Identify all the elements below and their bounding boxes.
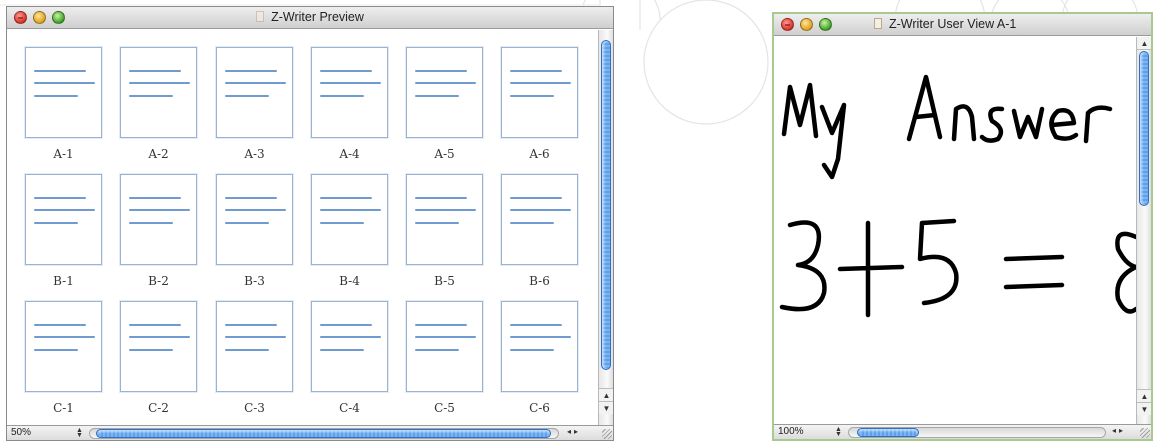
window-title: Z-Writer User View A-1 — [889, 17, 1017, 31]
page-label: C-6 — [529, 401, 550, 415]
horizontal-scroll-thumb[interactable] — [96, 429, 551, 438]
scroll-up-arrow-icon[interactable]: ▲ — [1137, 37, 1151, 50]
page-label: C-5 — [434, 401, 455, 415]
page-thumbnail-c5[interactable]: C-5 — [406, 301, 483, 415]
page-preview — [311, 174, 388, 265]
page-preview — [311, 47, 388, 138]
preview-status-bar: 50% ▲ ▼ ◂▸ — [7, 425, 613, 440]
page-thumbnail-b1[interactable]: B-1 — [25, 174, 102, 288]
page-label: A-4 — [339, 147, 360, 161]
page-label: A-2 — [148, 147, 169, 161]
page-label: B-1 — [53, 274, 74, 288]
resize-grip-icon[interactable] — [1140, 428, 1150, 438]
vertical-scroll-thumb[interactable] — [1139, 51, 1149, 206]
horizontal-scrollbar[interactable] — [848, 427, 1106, 438]
horizontal-scrollbar[interactable] — [89, 428, 559, 439]
page-label: B-4 — [339, 274, 360, 288]
page-thumbnail-a3[interactable]: A-3 — [216, 47, 293, 161]
page-preview — [501, 174, 578, 265]
resize-grip-icon[interactable] — [602, 429, 612, 439]
handwritten-answer — [779, 74, 1136, 318]
scroll-down-arrow-icon[interactable]: ▼ — [1137, 402, 1151, 415]
vertical-scrollbar[interactable]: ▲ ▼ — [598, 30, 613, 427]
page-thumbnail-b4[interactable]: B-4 — [311, 174, 388, 288]
page-thumbnail-c3[interactable]: C-3 — [216, 301, 293, 415]
page-preview — [120, 174, 197, 265]
user-view-titlebar[interactable]: Z-Writer User View A-1 — [774, 14, 1151, 36]
page-thumbnail-a5[interactable]: A-5 — [406, 47, 483, 161]
page-thumbnail-b3[interactable]: B-3 — [216, 174, 293, 288]
window-title: Z-Writer Preview — [271, 10, 364, 24]
page-thumbnail-a1[interactable]: A-1 — [25, 47, 102, 161]
page-label: C-1 — [53, 401, 74, 415]
preview-titlebar[interactable]: Z-Writer Preview — [7, 7, 613, 29]
preview-window: Z-Writer Preview A-1 A-2 A-3 A-4 A-5 A-6… — [6, 6, 614, 441]
page-thumbnail-c4[interactable]: C-4 — [311, 301, 388, 415]
page-preview — [406, 47, 483, 138]
scroll-up-arrow-icon[interactable]: ▲ — [599, 388, 613, 401]
document-icon — [874, 18, 882, 29]
vertical-scrollbar[interactable]: ▲ ▲ ▼ — [1136, 37, 1151, 428]
page-preview — [216, 47, 293, 138]
zoom-level[interactable]: 50% — [11, 427, 31, 438]
page-label: C-2 — [148, 401, 169, 415]
page-thumbnail-a4[interactable]: A-4 — [311, 47, 388, 161]
zoom-window-icon[interactable] — [819, 18, 832, 31]
page-preview — [25, 47, 102, 138]
user-view-window: Z-Writer User View A-1 ▲ ▲ ▼ 100% ▲ ▼ ◂▸ — [772, 12, 1153, 441]
preview-content: A-1 A-2 A-3 A-4 A-5 A-6 B-1 B-2 B-3 B-4 … — [7, 30, 599, 427]
handwriting-canvas[interactable]: My Answer 3+5=8 — [774, 37, 1136, 428]
page-thumbnail-b6[interactable]: B-6 — [501, 174, 578, 288]
page-thumbnail-c2[interactable]: C-2 — [120, 301, 197, 415]
page-thumbnail-a6[interactable]: A-6 — [501, 47, 578, 161]
horizontal-scroll-thumb[interactable] — [857, 428, 919, 437]
page-preview — [25, 301, 102, 392]
horizontal-scroll-arrows-icon[interactable]: ◂▸ — [1112, 426, 1126, 435]
page-label: C-4 — [339, 401, 360, 415]
page-label: B-6 — [529, 274, 550, 288]
page-label: A-3 — [244, 147, 265, 161]
scroll-down-arrow-icon[interactable]: ▼ — [599, 401, 613, 414]
document-icon — [256, 11, 265, 22]
page-thumbnail-a2[interactable]: A-2 — [120, 47, 197, 161]
zoom-level[interactable]: 100% — [778, 426, 804, 437]
page-preview — [120, 47, 197, 138]
zoom-stepper-icon[interactable]: ▲ ▼ — [75, 427, 84, 439]
page-preview — [216, 174, 293, 265]
close-icon[interactable] — [781, 18, 794, 31]
page-preview — [406, 301, 483, 392]
page-preview — [25, 174, 102, 265]
page-label: A-5 — [434, 147, 455, 161]
page-preview — [120, 301, 197, 392]
page-label: C-3 — [244, 401, 265, 415]
page-label: A-1 — [53, 147, 74, 161]
page-preview — [216, 301, 293, 392]
page-thumbnail-c1[interactable]: C-1 — [25, 301, 102, 415]
page-label: B-2 — [148, 274, 169, 288]
page-preview — [501, 301, 578, 392]
user-view-status-bar: 100% ▲ ▼ ◂▸ — [774, 424, 1151, 439]
horizontal-scroll-arrows-icon[interactable]: ◂▸ — [567, 427, 581, 436]
page-preview — [311, 301, 388, 392]
zoom-stepper-icon[interactable]: ▲ ▼ — [834, 426, 843, 438]
page-thumbnail-c6[interactable]: C-6 — [501, 301, 578, 415]
page-label: B-5 — [434, 274, 455, 288]
page-thumbnail-b2[interactable]: B-2 — [120, 174, 197, 288]
page-label: B-3 — [244, 274, 265, 288]
scroll-up-arrow-icon[interactable]: ▲ — [1137, 389, 1151, 402]
vertical-scroll-thumb[interactable] — [601, 40, 611, 370]
page-thumbnail-b5[interactable]: B-5 — [406, 174, 483, 288]
page-label: A-6 — [529, 147, 550, 161]
page-preview — [406, 174, 483, 265]
minimize-icon[interactable] — [800, 18, 813, 31]
page-preview — [501, 47, 578, 138]
